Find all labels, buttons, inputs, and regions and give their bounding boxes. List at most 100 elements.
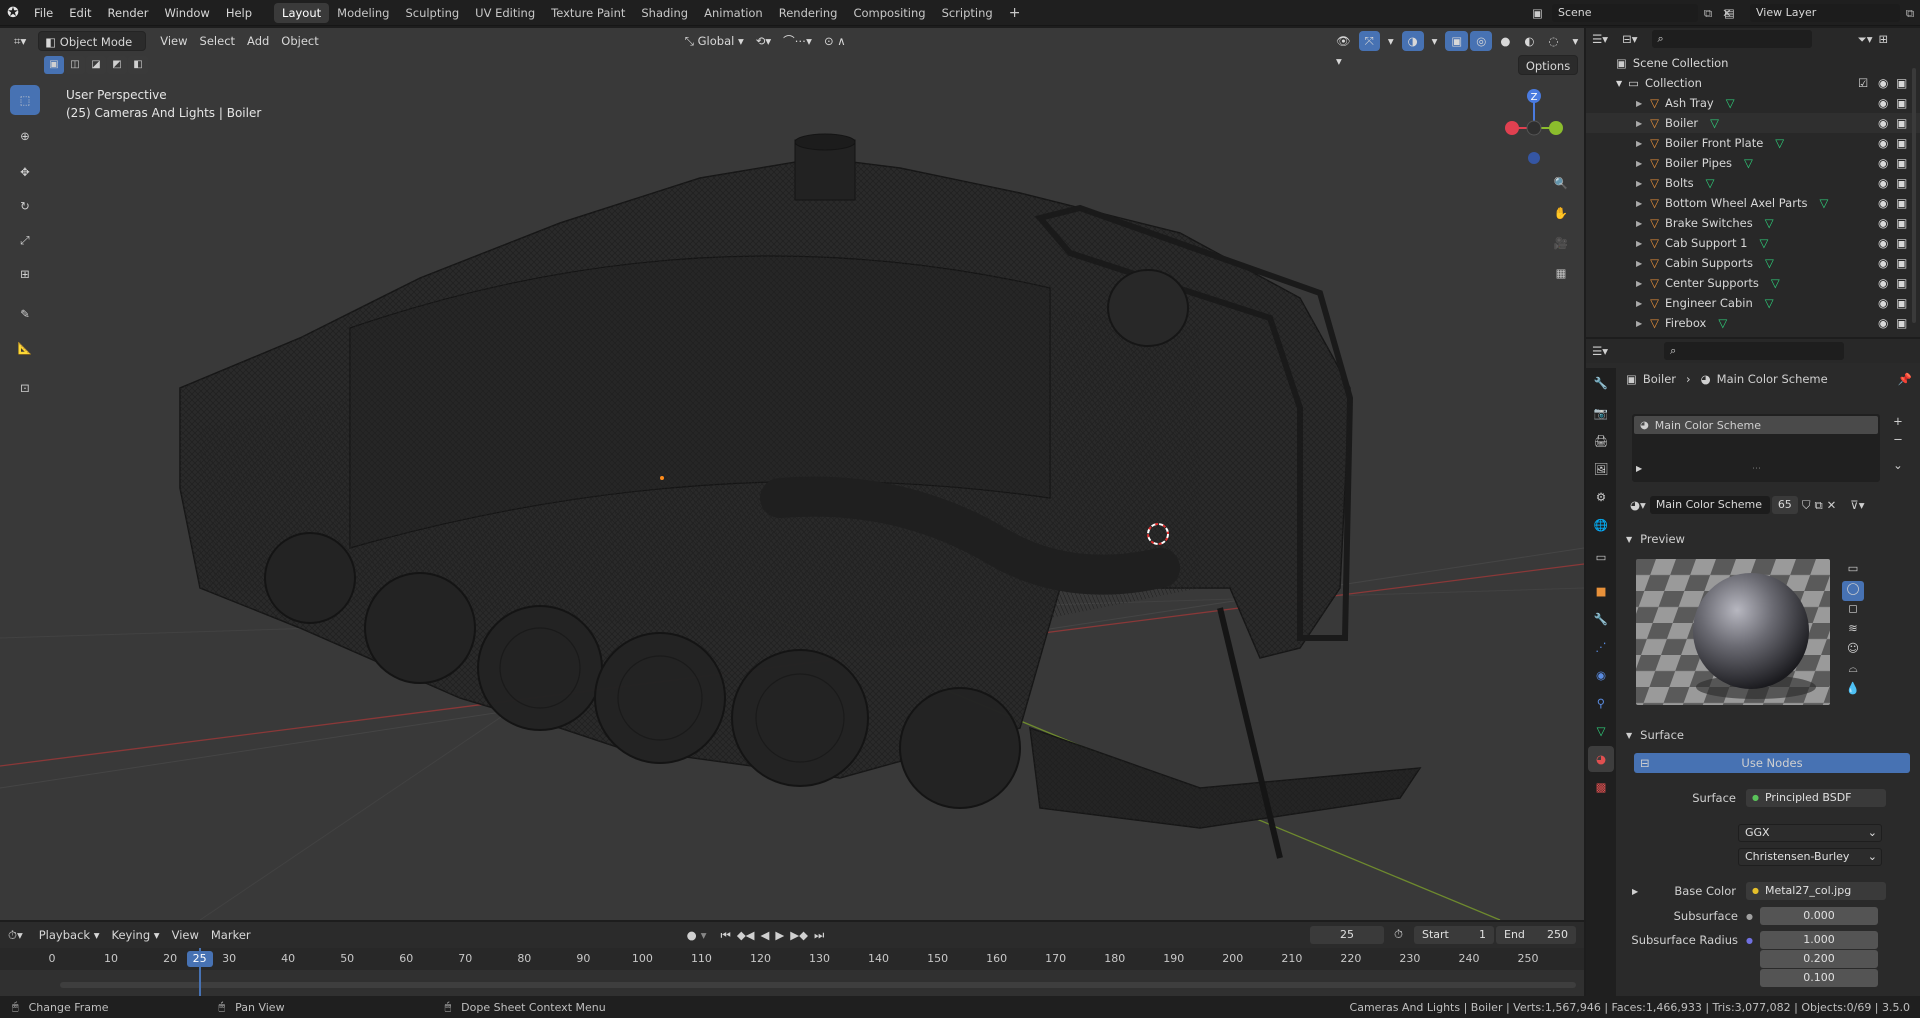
- gizmo-dropdown-icon[interactable]: ▾: [1382, 31, 1400, 51]
- transform-orientation-dropdown[interactable]: ⤡ Global ▾: [679, 31, 750, 51]
- tab-material-icon[interactable]: ◕: [1588, 746, 1614, 772]
- expand-arrow-icon[interactable]: ▶: [1636, 99, 1642, 108]
- menu-file[interactable]: File: [26, 0, 61, 26]
- expand-arrow-icon[interactable]: ▶: [1636, 239, 1642, 248]
- mesh-data-icon[interactable]: ▽: [1710, 116, 1719, 130]
- outliner-display-mode-icon[interactable]: ⊟▾: [1622, 32, 1637, 46]
- subsurface-method-dropdown[interactable]: Christensen-Burley ⌄: [1738, 848, 1882, 866]
- 3d-viewport[interactable]: [0, 28, 1584, 920]
- render-camera-icon[interactable]: ▣: [1896, 256, 1907, 270]
- menu-marker[interactable]: Marker: [205, 925, 257, 945]
- overlays-dropdown-icon[interactable]: ▾: [1426, 31, 1444, 51]
- distribution-dropdown[interactable]: GGX ⌄: [1738, 824, 1882, 842]
- expand-arrow-icon[interactable]: ▶: [1636, 279, 1642, 288]
- select-subtract-icon[interactable]: ◪: [86, 56, 106, 74]
- render-camera-icon[interactable]: ▣: [1896, 76, 1907, 90]
- tab-world-icon[interactable]: 🌐: [1588, 512, 1614, 538]
- select-intersect-icon[interactable]: ◧: [128, 56, 148, 74]
- outliner-editor-icon[interactable]: ☰▾: [1592, 32, 1608, 46]
- menu-edit[interactable]: Edit: [61, 0, 99, 26]
- view-layer-name-field[interactable]: View Layer: [1750, 4, 1900, 22]
- link-mode-icon[interactable]: ⊽▾: [1850, 498, 1864, 512]
- timeline-scrollbar[interactable]: [60, 982, 1576, 988]
- outliner-object-row[interactable]: ▶ ▽ Bottom Wheel Axel Parts ▽ ◉ ▣: [1586, 193, 1920, 213]
- tab-physics-icon[interactable]: ◉: [1588, 662, 1614, 688]
- render-camera-icon[interactable]: ▣: [1896, 296, 1907, 310]
- render-camera-icon[interactable]: ▣: [1896, 136, 1907, 150]
- preview-fluid-icon[interactable]: 💧: [1842, 681, 1864, 701]
- transform-tool-icon[interactable]: ⊞: [10, 259, 40, 289]
- ortho-grid-icon[interactable]: ▦: [1548, 260, 1574, 286]
- subsurface-radius-x-field[interactable]: 1.000: [1760, 931, 1878, 949]
- base-color-expand-icon[interactable]: ▶: [1626, 887, 1646, 896]
- proportional-edit-icon[interactable]: ⊙ ∧: [818, 31, 852, 51]
- scene-icon[interactable]: ▣: [1532, 6, 1552, 20]
- render-camera-icon[interactable]: ▣: [1896, 156, 1907, 170]
- fake-user-icon[interactable]: ⛉: [1802, 498, 1811, 513]
- move-tool-icon[interactable]: ✥: [10, 157, 40, 187]
- jump-end-icon[interactable]: ⏭: [814, 928, 824, 943]
- start-frame-field[interactable]: Start 1: [1414, 926, 1494, 944]
- outliner-object-row[interactable]: ▶ ▽ Bolts ▽ ◉ ▣: [1586, 173, 1920, 193]
- tab-layout[interactable]: Layout: [274, 2, 330, 23]
- outliner-object-row[interactable]: ▶ ▽ Brake Switches ▽ ◉ ▣: [1586, 213, 1920, 233]
- subsurface-radius-z-field[interactable]: 0.100: [1760, 969, 1878, 987]
- slot-list-resize-handle[interactable]: ⋯: [1752, 464, 1761, 474]
- visibility-icon[interactable]: 👁▾: [1330, 31, 1357, 68]
- current-frame-field[interactable]: 25: [1310, 926, 1384, 944]
- playhead-frame-label[interactable]: 25: [186, 951, 213, 967]
- base-color-texture-field[interactable]: ● Metal27_col.jpg: [1746, 882, 1886, 900]
- visibility-eye-icon[interactable]: ◉: [1878, 136, 1888, 150]
- xray-toggle-icon[interactable]: ▣: [1445, 31, 1469, 51]
- pan-hand-icon[interactable]: ✋: [1548, 200, 1574, 226]
- render-camera-icon[interactable]: ▣: [1896, 316, 1907, 330]
- tab-collection-icon[interactable]: ▭: [1588, 544, 1614, 570]
- outliner-filter-icon[interactable]: ⏷▾: [1858, 32, 1873, 47]
- outliner-object-row[interactable]: ▶ ▽ Boiler Pipes ▽ ◉ ▣: [1586, 153, 1920, 173]
- visibility-eye-icon[interactable]: ◉: [1878, 216, 1888, 230]
- preview-flat-icon[interactable]: ▭: [1842, 561, 1864, 581]
- pin-icon[interactable]: 📌: [1898, 372, 1912, 386]
- collection-checkbox-icon[interactable]: ☑: [1858, 76, 1868, 90]
- tab-compositing[interactable]: Compositing: [845, 3, 933, 23]
- visibility-eye-icon[interactable]: ◉: [1878, 316, 1888, 330]
- properties-editor-icon[interactable]: ☰▾: [1592, 344, 1608, 358]
- render-camera-icon[interactable]: ▣: [1896, 196, 1907, 210]
- menu-view[interactable]: View: [154, 31, 193, 51]
- next-keyframe-icon[interactable]: ▶◆: [790, 928, 808, 942]
- visibility-eye-icon[interactable]: ◉: [1878, 256, 1888, 270]
- mesh-data-icon[interactable]: ▽: [1765, 296, 1774, 310]
- preview-cube-icon[interactable]: ◻: [1842, 601, 1864, 621]
- play-reverse-icon[interactable]: ◀: [761, 928, 770, 942]
- rendered-shading-icon[interactable]: ◌: [1542, 31, 1564, 51]
- tab-scripting[interactable]: Scripting: [934, 3, 1001, 23]
- jump-start-icon[interactable]: ⏮: [720, 928, 730, 943]
- slot-list-expand-icon[interactable]: ▶: [1636, 464, 1642, 473]
- visibility-eye-icon[interactable]: ◉: [1878, 96, 1888, 110]
- menu-keying[interactable]: Keying ▾: [106, 925, 166, 945]
- mesh-data-icon[interactable]: ▽: [1819, 196, 1828, 210]
- auto-keying-icon[interactable]: ●: [687, 928, 697, 942]
- visibility-eye-icon[interactable]: ◉: [1878, 76, 1888, 90]
- mesh-data-icon[interactable]: ▽: [1744, 156, 1753, 170]
- rotate-tool-icon[interactable]: ↻: [10, 191, 40, 221]
- material-name-field[interactable]: Main Color Scheme: [1649, 496, 1770, 514]
- tab-scene-icon[interactable]: ⚙: [1588, 484, 1614, 510]
- expand-arrow-icon[interactable]: ▶: [1636, 219, 1642, 228]
- preview-hair-icon[interactable]: ≋: [1842, 621, 1864, 641]
- slot-specials-icon[interactable]: ⌄: [1886, 458, 1910, 476]
- tab-output-icon[interactable]: 🖨: [1588, 428, 1614, 454]
- visibility-eye-icon[interactable]: ◉: [1878, 176, 1888, 190]
- tab-tool-icon[interactable]: 🔧: [1588, 370, 1614, 396]
- outliner-object-row[interactable]: ▶ ▽ Ash Tray ▽ ◉ ▣: [1586, 93, 1920, 113]
- options-button[interactable]: Options: [1518, 55, 1578, 75]
- expand-arrow-icon[interactable]: ▶: [1636, 179, 1642, 188]
- browse-material-icon[interactable]: ◕▾: [1630, 498, 1646, 512]
- add-cube-tool-icon[interactable]: ⊡: [10, 373, 40, 403]
- frame-ruler[interactable]: 0 10 20 30 40 50 60 70 80 90 100 110 120 130 140 150 160…: [0, 948, 1584, 970]
- outliner-object-row[interactable]: ▶ ▽ Center Supports ▽ ◉ ▣: [1586, 273, 1920, 293]
- tab-uv-editing[interactable]: UV Editing: [467, 3, 543, 23]
- outliner-object-row[interactable]: ▶ ▽ Cab Support 1 ▽ ◉ ▣: [1586, 233, 1920, 253]
- render-camera-icon[interactable]: ▣: [1896, 216, 1907, 230]
- render-camera-icon[interactable]: ▣: [1896, 176, 1907, 190]
